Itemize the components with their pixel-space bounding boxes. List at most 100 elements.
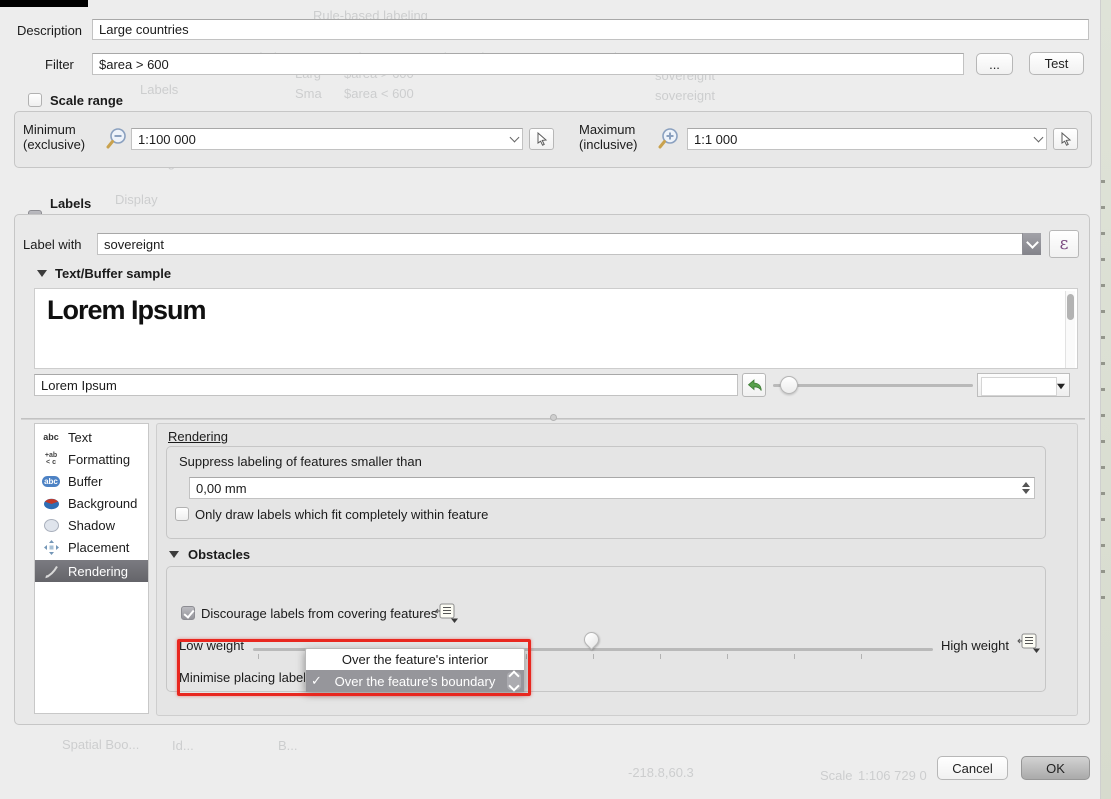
- data-defined-expression-icon[interactable]: [1017, 633, 1041, 657]
- maximum-scale-combo[interactable]: [687, 128, 1047, 150]
- sample-size-combo[interactable]: [977, 373, 1070, 397]
- reset-sample-button[interactable]: [742, 373, 766, 397]
- obstacles-header: Obstacles: [188, 547, 250, 562]
- sample-text: Lorem Ipsum: [47, 295, 206, 326]
- rendering-icon: [42, 564, 60, 579]
- map-strip-marks: [1101, 180, 1105, 600]
- description-input[interactable]: [92, 19, 1089, 40]
- buffer-icon: abc: [42, 476, 60, 487]
- labels-label: Labels: [50, 196, 91, 211]
- splitter-handle[interactable]: [550, 414, 557, 421]
- collapse-triangle-icon[interactable]: [37, 270, 47, 277]
- formatting-icon: +ab< c: [42, 452, 60, 466]
- chevron-down-icon[interactable]: [1035, 136, 1042, 141]
- obstacles-group: Discourage labels from covering features…: [166, 566, 1046, 692]
- maximum-scale-value[interactable]: [687, 128, 1047, 150]
- chevron-down-icon[interactable]: [511, 136, 518, 141]
- chevron-down-icon[interactable]: [1022, 233, 1041, 255]
- chevron-down-icon[interactable]: [1057, 384, 1065, 390]
- sidebar-item-text[interactable]: abc Text: [35, 426, 148, 448]
- obstacle-slider-handle[interactable]: [581, 629, 602, 650]
- zoom-out-icon: [103, 127, 129, 154]
- ghost-text: Sma: [295, 86, 322, 101]
- sample-text-input[interactable]: [34, 374, 738, 396]
- sidebar-item-label: Shadow: [68, 518, 115, 533]
- minimum-label: Minimum(exclusive): [23, 122, 85, 152]
- sample-scrollbar[interactable]: [1065, 291, 1075, 368]
- cancel-button[interactable]: Cancel: [937, 756, 1008, 780]
- epsilon-icon: ε: [1060, 234, 1069, 254]
- undo-arrow-icon: [746, 378, 763, 393]
- slider-handle[interactable]: [780, 376, 798, 394]
- data-defined-override-button[interactable]: [529, 128, 554, 150]
- label-with-value[interactable]: [97, 233, 1041, 255]
- sidebar-item-label: Buffer: [68, 474, 102, 489]
- ghost-text: $area < 600: [344, 86, 414, 101]
- ok-button[interactable]: OK: [1021, 756, 1090, 780]
- sidebar-item-shadow[interactable]: Shadow: [35, 514, 148, 536]
- test-filter-button[interactable]: Test: [1029, 52, 1084, 75]
- ghost-text: B...: [278, 738, 298, 753]
- ghost-text: -218.8,60.3: [628, 765, 694, 780]
- sidebar-item-formatting[interactable]: +ab< c Formatting: [35, 448, 148, 470]
- ghost-text: 1:106 729 0: [858, 768, 927, 783]
- ghost-text: Scale: [820, 768, 853, 783]
- filter-input[interactable]: [92, 53, 964, 75]
- labels-group: Label with ε Text/Buffer sample Lorem Ip…: [14, 214, 1090, 725]
- filter-label: Filter: [45, 57, 74, 72]
- scale-range-checkbox[interactable]: [28, 93, 42, 107]
- shadow-icon: [42, 519, 60, 532]
- sidebar-item-label: Background: [68, 496, 137, 511]
- ghost-text: Labels: [140, 82, 178, 97]
- zoom-in-icon: [655, 127, 681, 154]
- cursor-arrow-icon: [1059, 132, 1073, 146]
- maximum-label: Maximum(inclusive): [579, 122, 638, 152]
- sidebar-item-label: Rendering: [68, 564, 128, 579]
- expression-epsilon-button[interactable]: ε: [1049, 230, 1079, 258]
- data-defined-override-button[interactable]: [1053, 128, 1078, 150]
- minimum-scale-combo[interactable]: [131, 128, 523, 150]
- cursor-arrow-icon: [535, 132, 549, 146]
- placement-icon: [42, 540, 60, 555]
- red-highlight-rectangle: [177, 639, 531, 696]
- scale-range-group: Minimum(exclusive) Maximum(inclusive): [14, 111, 1092, 168]
- scrollbar-thumb[interactable]: [1067, 294, 1074, 320]
- sidebar-item-buffer[interactable]: abc Buffer: [35, 470, 148, 492]
- sidebar-item-label: Text: [68, 430, 92, 445]
- scale-range-label: Scale range: [50, 93, 123, 108]
- style-settings-list: abc Text +ab< c Formatting abc Buffer Ba…: [34, 423, 149, 714]
- text-icon: abc: [42, 432, 60, 442]
- description-label: Description: [17, 23, 82, 38]
- expression-builder-button[interactable]: ...: [976, 53, 1013, 75]
- sidebar-item-label: Formatting: [68, 452, 130, 467]
- suppress-value[interactable]: [189, 477, 1035, 499]
- rendering-panel: Rendering Suppress labeling of features …: [156, 423, 1078, 716]
- combo-field[interactable]: [981, 377, 1057, 396]
- sidebar-item-rendering[interactable]: Rendering: [35, 560, 148, 582]
- data-defined-expression-icon[interactable]: [435, 603, 459, 627]
- ghost-text: Display: [115, 192, 158, 207]
- stepper-arrows-icon[interactable]: [1020, 480, 1032, 496]
- sample-size-slider[interactable]: [773, 384, 973, 387]
- suppress-label: Suppress labeling of features smaller th…: [179, 454, 422, 469]
- label-with-combo[interactable]: [97, 233, 1041, 255]
- sidebar-item-background[interactable]: Background: [35, 492, 148, 514]
- edit-rule-dialog: Rule-based labeling Label Rule Min. scal…: [0, 0, 1111, 799]
- text-sample-preview: Lorem Ipsum: [34, 288, 1078, 369]
- collapse-triangle-icon[interactable]: [169, 551, 179, 558]
- fit-within-feature-checkbox[interactable]: [175, 507, 189, 521]
- minimum-scale-value[interactable]: [131, 128, 523, 150]
- discourage-checkbox[interactable]: [181, 606, 195, 620]
- sample-section-header: Text/Buffer sample: [55, 266, 171, 281]
- ghost-text: Spatial Boo...: [62, 737, 139, 752]
- sidebar-item-placement[interactable]: Placement: [35, 536, 148, 558]
- top-edge-bar: [0, 0, 88, 7]
- rendering-panel-title: Rendering: [168, 429, 228, 444]
- label-with-label: Label with: [23, 237, 82, 252]
- sidebar-item-label: Placement: [68, 540, 129, 555]
- discourage-label: Discourage labels from covering features: [201, 606, 437, 621]
- ghost-text: Id...: [172, 738, 194, 753]
- suppress-group: Suppress labeling of features smaller th…: [166, 446, 1046, 539]
- ghost-text: sovereignt: [655, 88, 715, 103]
- suppress-spinbox[interactable]: [189, 477, 1035, 499]
